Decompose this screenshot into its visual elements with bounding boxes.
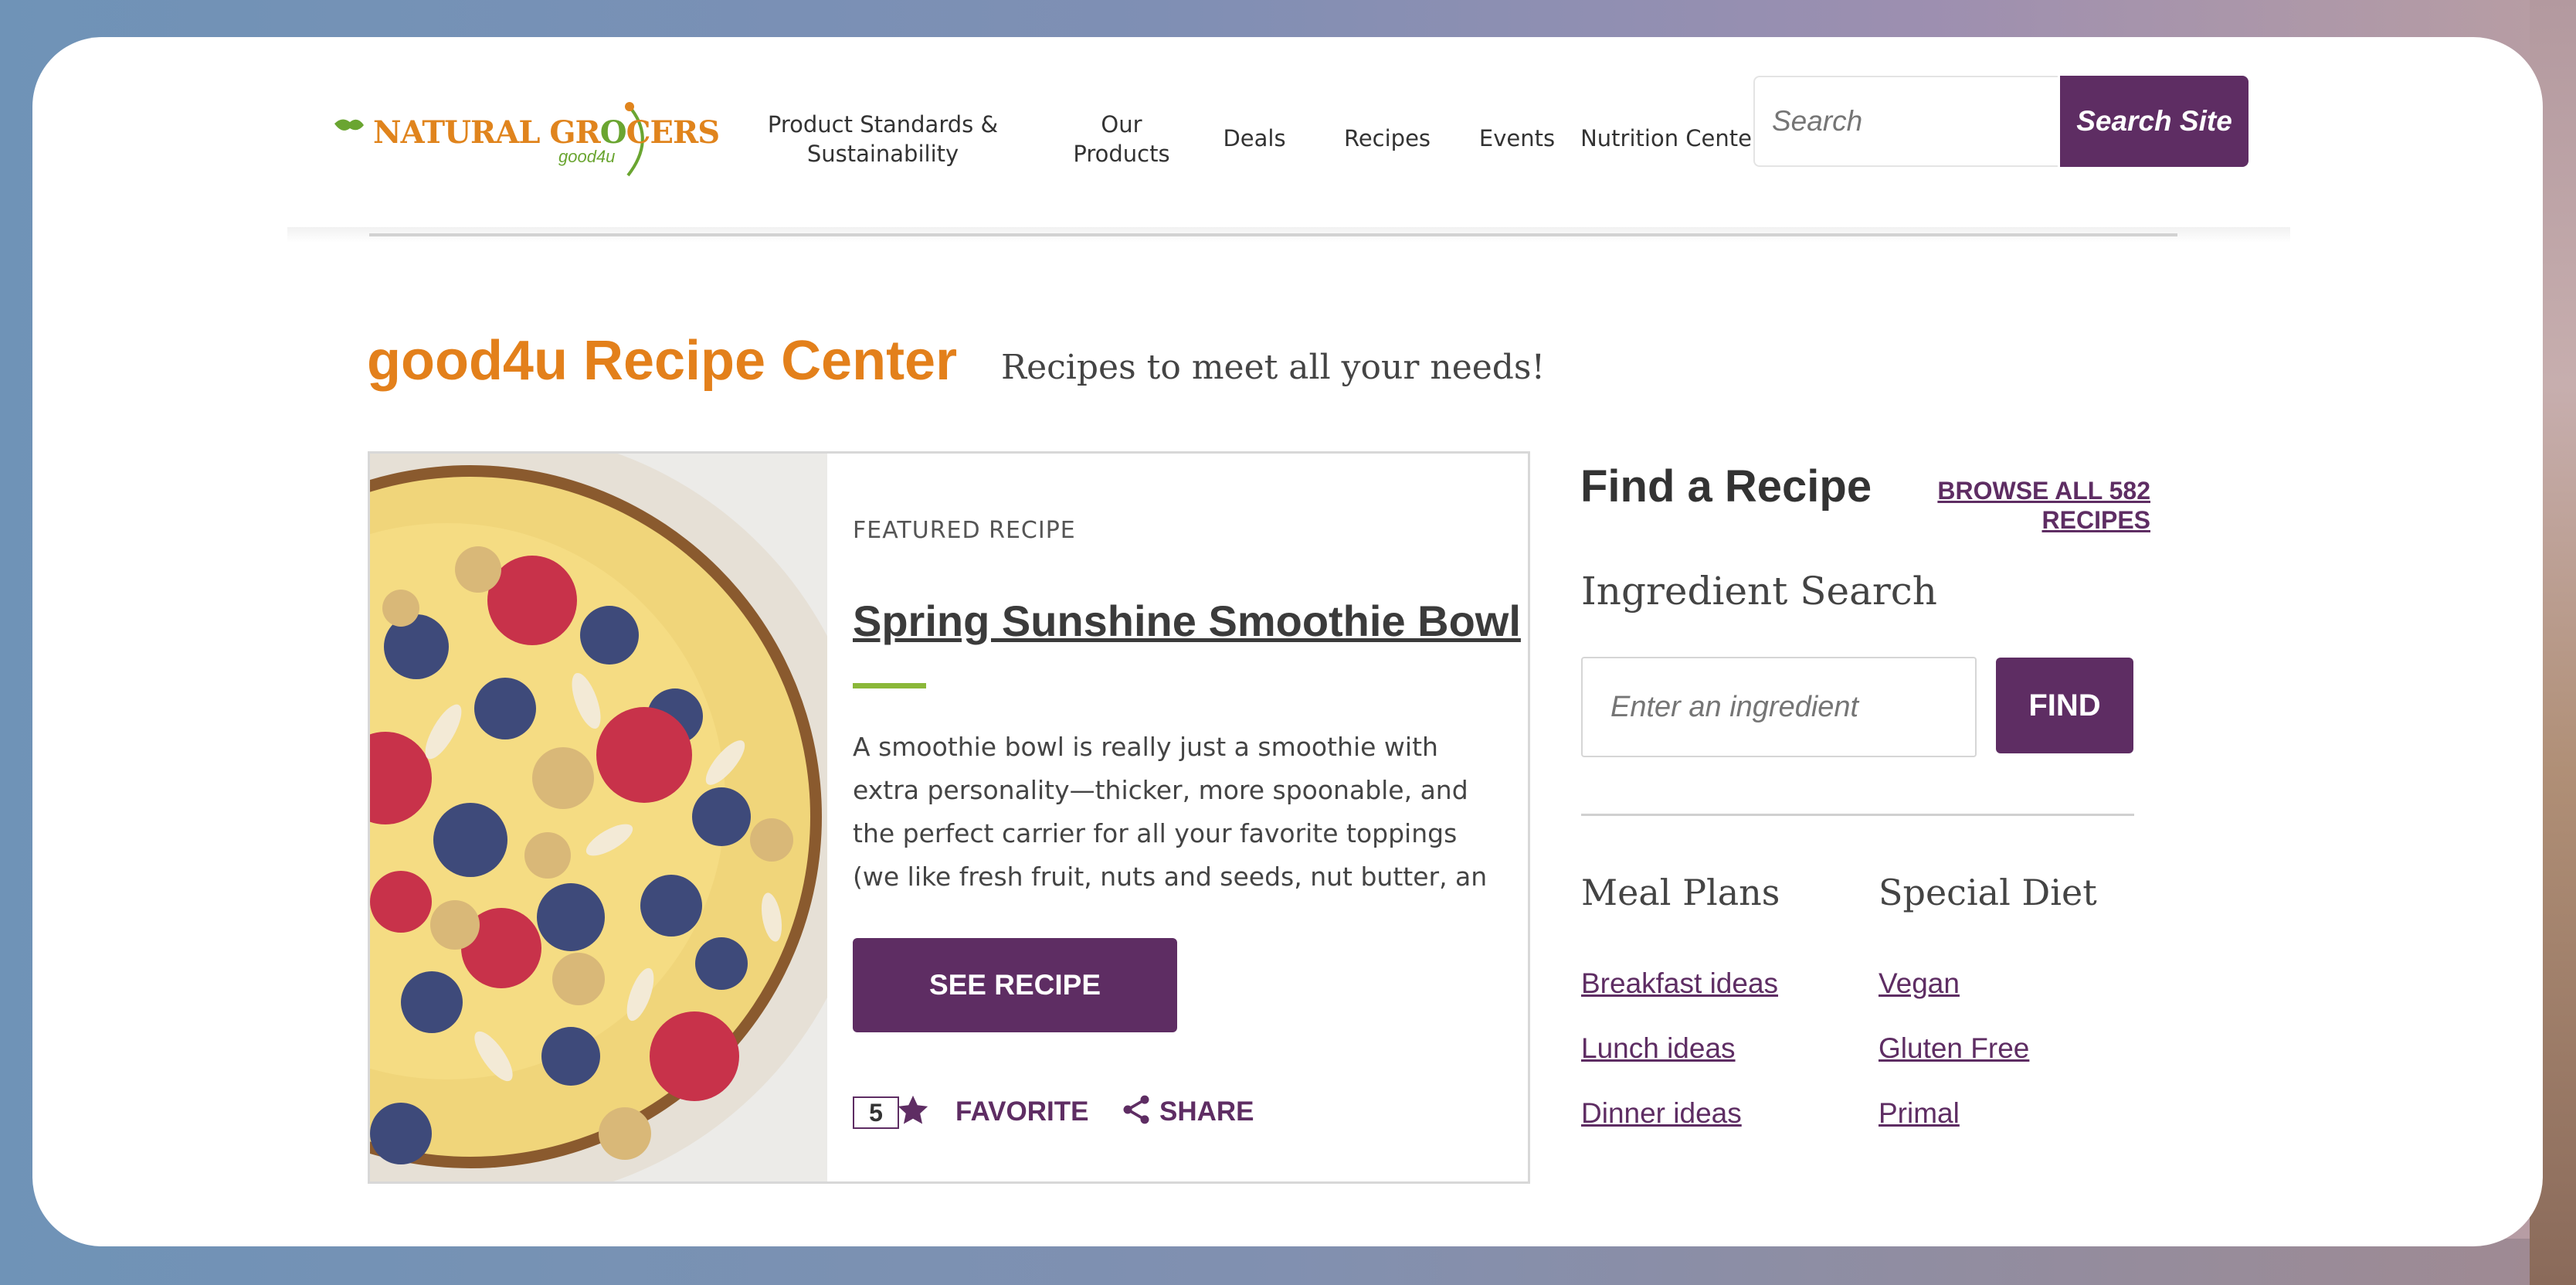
see-recipe-button[interactable]: SEE RECIPE — [853, 938, 1177, 1032]
special-diet-link-primal[interactable]: Primal — [1879, 1097, 1960, 1130]
meal-plan-link-breakfast[interactable]: Breakfast ideas — [1581, 967, 1778, 1000]
find-button[interactable]: FIND — [1996, 658, 2133, 753]
search-input[interactable] — [1753, 76, 2058, 167]
meal-plans-title: Meal Plans — [1581, 872, 1780, 913]
smoothie-bowl-image — [370, 454, 827, 1181]
header-divider — [369, 233, 2177, 236]
nav-nutrition-center[interactable]: Nutrition Center — [1559, 124, 1783, 153]
search-button[interactable]: Search Site — [2060, 76, 2248, 167]
meal-plan-link-lunch[interactable]: Lunch ideas — [1581, 1032, 1736, 1065]
featured-description: A smoothie bowl is really just a smoothi… — [853, 732, 1488, 892]
nav-recipes[interactable]: Recipes — [1310, 124, 1464, 153]
featured-recipe-card: FEATURED RECIPE Spring Sunshine Smoothie… — [368, 451, 1530, 1184]
find-recipe-title: Find a Recipe — [1580, 461, 1872, 512]
favorite-button[interactable]: FAVORITE — [955, 1096, 1088, 1127]
nav-product-standards[interactable]: Product Standards & Sustainability — [743, 110, 1023, 168]
browser-card: NATURAL GROCERS good4u Product Standards… — [32, 37, 2543, 1246]
nav-deals[interactable]: Deals — [1207, 124, 1302, 153]
ingredient-search-title: Ingredient Search — [1581, 569, 1937, 614]
logo-wordmark: NATURAL GROCERS — [373, 114, 720, 151]
featured-recipe-title[interactable]: Spring Sunshine Smoothie Bowl — [853, 596, 1521, 646]
share-button[interactable]: SHARE — [1159, 1096, 1254, 1127]
star-icon[interactable] — [895, 1093, 931, 1128]
featured-label: FEATURED RECIPE — [853, 517, 1076, 544]
nav-our-products[interactable]: Our Products — [1037, 110, 1207, 168]
special-diet-link-vegan[interactable]: Vegan — [1879, 967, 1960, 1000]
finder-divider — [1581, 814, 2134, 816]
site-logo[interactable]: NATURAL GROCERS good4u — [327, 94, 720, 179]
featured-recipe-image[interactable] — [370, 454, 827, 1181]
share-icon[interactable] — [1119, 1093, 1153, 1127]
nav-events[interactable]: Events — [1472, 124, 1562, 153]
title-accent-bar — [853, 683, 926, 688]
ingredient-input[interactable] — [1581, 657, 1977, 757]
logo-subtitle: good4u — [558, 147, 616, 166]
browse-all-recipes-link[interactable]: BROWSE ALL 582 RECIPES — [1886, 476, 2150, 535]
favorite-count: 5 — [853, 1096, 899, 1129]
meal-plan-link-dinner[interactable]: Dinner ideas — [1581, 1097, 1742, 1130]
special-diet-link-gluten-free[interactable]: Gluten Free — [1879, 1032, 2029, 1065]
page-tagline: Recipes to meet all your needs! — [1001, 348, 1546, 387]
page-title: good4u Recipe Center — [367, 330, 958, 392]
special-diet-title: Special Diet — [1879, 872, 2097, 913]
